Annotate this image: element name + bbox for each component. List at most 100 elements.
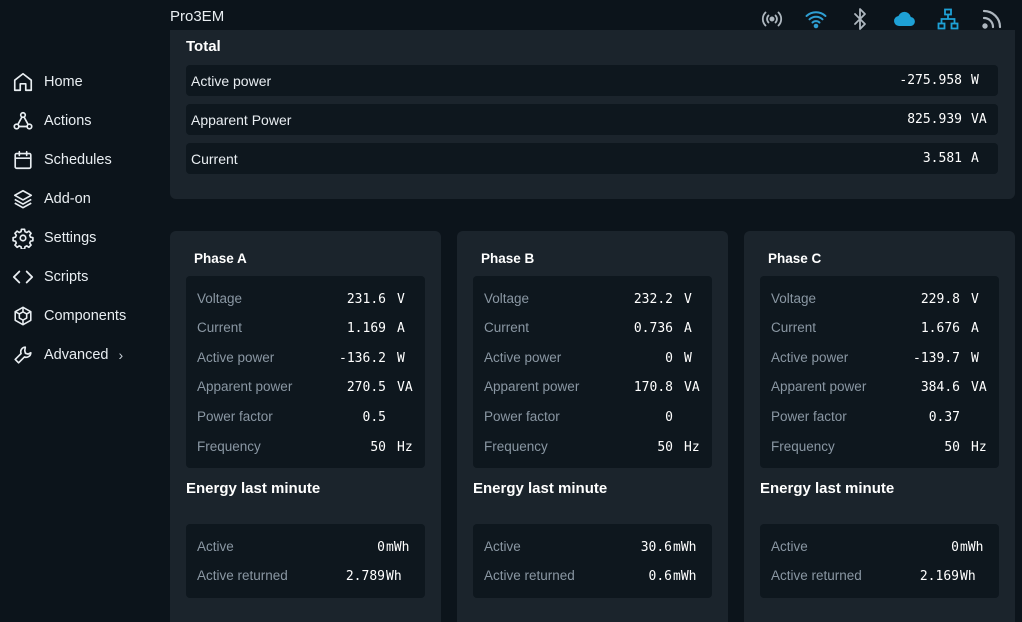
row-unit: A <box>397 321 405 336</box>
layers-icon <box>12 188 34 210</box>
energy-title: Energy last minute <box>473 480 608 497</box>
measurement-row: Current 1.676 A <box>760 319 999 339</box>
row-label: Voltage <box>197 291 243 306</box>
sidebar-item-label: Advanced <box>44 346 109 363</box>
sidebar-item-components[interactable]: Components <box>0 296 160 335</box>
measurement-row: Active power 0 W <box>473 349 712 369</box>
calendar-icon <box>12 149 34 171</box>
row-label: Voltage <box>771 291 817 306</box>
row-value: 0 <box>377 540 385 555</box>
row-label: Power factor <box>771 409 847 424</box>
row-label: Current <box>771 320 817 335</box>
row-label: Active <box>484 539 521 554</box>
sidebar-item-scripts[interactable]: Scripts <box>0 257 160 296</box>
total-row-current: Current 3.581 A <box>186 143 998 174</box>
row-unit: Hz <box>684 440 700 455</box>
row-unit: Wh <box>386 569 402 584</box>
row-unit: Hz <box>971 440 987 455</box>
row-label: Apparent Power <box>191 111 292 128</box>
row-value: 170.8 <box>633 380 673 395</box>
energy-row: Active 30.6 mWh <box>473 538 712 558</box>
measurement-row: Frequency 50 Hz <box>186 438 425 458</box>
sidebar-item-advanced[interactable]: Advanced › <box>0 335 160 374</box>
row-unit: A <box>684 321 692 336</box>
row-label: Active power <box>771 350 849 365</box>
phase-title: Phase A <box>194 251 247 266</box>
ethernet-icon[interactable] <box>926 6 970 32</box>
row-label: Frequency <box>484 439 548 454</box>
total-title: Total <box>186 38 221 55</box>
row-label: Current <box>191 150 238 167</box>
phase-measurements: Voltage 229.8 V Current 1.676 A Active power… <box>760 276 999 468</box>
components-icon <box>12 305 34 327</box>
row-value: 3.581 <box>922 151 962 166</box>
energy-row: Active 0 mWh <box>760 538 999 558</box>
sidebar-item-home[interactable]: Home <box>0 62 160 101</box>
row-label: Active returned <box>771 568 862 583</box>
row-value: 1.169 <box>346 321 386 336</box>
phase-title: Phase C <box>768 251 822 266</box>
phase-a-card: Phase A Voltage 231.6 V Current 1.169 A Acti… <box>170 231 441 622</box>
measurement-row: Frequency 50 Hz <box>760 438 999 458</box>
row-unit: mWh <box>673 540 697 555</box>
measurement-row: Apparent power 170.8 VA <box>473 378 712 398</box>
measurement-row: Apparent power 270.5 VA <box>186 378 425 398</box>
measurement-row: Voltage 232.2 V <box>473 290 712 310</box>
row-value: 0 <box>951 540 959 555</box>
device-title: Pro3EM <box>170 8 225 25</box>
row-value: -139.7 <box>913 351 960 366</box>
measurement-row: Power factor 0.5 <box>186 408 425 428</box>
wifi-icon[interactable] <box>794 6 838 32</box>
row-unit: V <box>971 292 979 307</box>
row-value: 50 <box>370 440 386 455</box>
row-value: -275.958 <box>899 73 962 88</box>
energy-measurements: Active 0 mWh Active returned 2.789 Wh <box>186 524 425 598</box>
cloud-icon[interactable] <box>882 6 926 32</box>
row-value: 232.2 <box>633 292 673 307</box>
measurement-row: Power factor 0 <box>473 408 712 428</box>
row-unit: W <box>397 351 405 366</box>
row-unit: V <box>684 292 692 307</box>
row-label: Frequency <box>771 439 835 454</box>
row-unit: A <box>971 321 979 336</box>
row-label: Apparent power <box>197 379 293 394</box>
sidebar-item-label: Schedules <box>44 151 112 168</box>
wrench-icon <box>12 344 34 366</box>
row-label: Active power <box>191 72 272 89</box>
row-unit: W <box>684 351 692 366</box>
row-label: Current <box>484 320 530 335</box>
phase-b-card: Phase B Voltage 232.2 V Current 0.736 A Acti… <box>457 231 728 622</box>
sidebar-item-schedules[interactable]: Schedules <box>0 140 160 179</box>
row-label: Power factor <box>197 409 273 424</box>
sidebar-item-add-on[interactable]: Add-on <box>0 179 160 218</box>
energy-row: Active returned 2.169 Wh <box>760 567 999 587</box>
sidebar-item-settings[interactable]: Settings <box>0 218 160 257</box>
row-value: 231.6 <box>346 292 386 307</box>
sidebar-item-label: Home <box>44 73 83 90</box>
row-label: Active <box>771 539 808 554</box>
energy-row: Active returned 0.6 mWh <box>473 567 712 587</box>
row-value: 0.6 <box>648 569 672 584</box>
sidebar-item-label: Add-on <box>44 190 91 207</box>
energy-row: Active 0 mWh <box>186 538 425 558</box>
measurement-row: Apparent power 384.6 VA <box>760 378 999 398</box>
row-value: 1.676 <box>920 321 960 336</box>
row-unit: VA <box>397 380 413 395</box>
row-value: 825.939 <box>907 112 962 127</box>
sidebar-item-actions[interactable]: Actions <box>0 101 160 140</box>
home-icon <box>12 71 34 93</box>
row-label: Apparent power <box>771 379 867 394</box>
row-value: 30.6 <box>640 540 672 555</box>
status-icons <box>750 6 1014 32</box>
row-value: 2.169 <box>919 569 959 584</box>
rss-icon[interactable] <box>970 6 1014 32</box>
broadcast-icon[interactable] <box>750 6 794 32</box>
row-value: -136.2 <box>339 351 386 366</box>
bluetooth-icon[interactable] <box>838 6 882 32</box>
energy-measurements: Active 0 mWh Active returned 2.169 Wh <box>760 524 999 598</box>
actions-icon <box>12 110 34 132</box>
total-card: Total Active power -275.958 W Apparent P… <box>170 30 1015 199</box>
measurement-row: Voltage 229.8 V <box>760 290 999 310</box>
phase-measurements: Voltage 231.6 V Current 1.169 A Active power… <box>186 276 425 468</box>
phase-title: Phase B <box>481 251 535 266</box>
